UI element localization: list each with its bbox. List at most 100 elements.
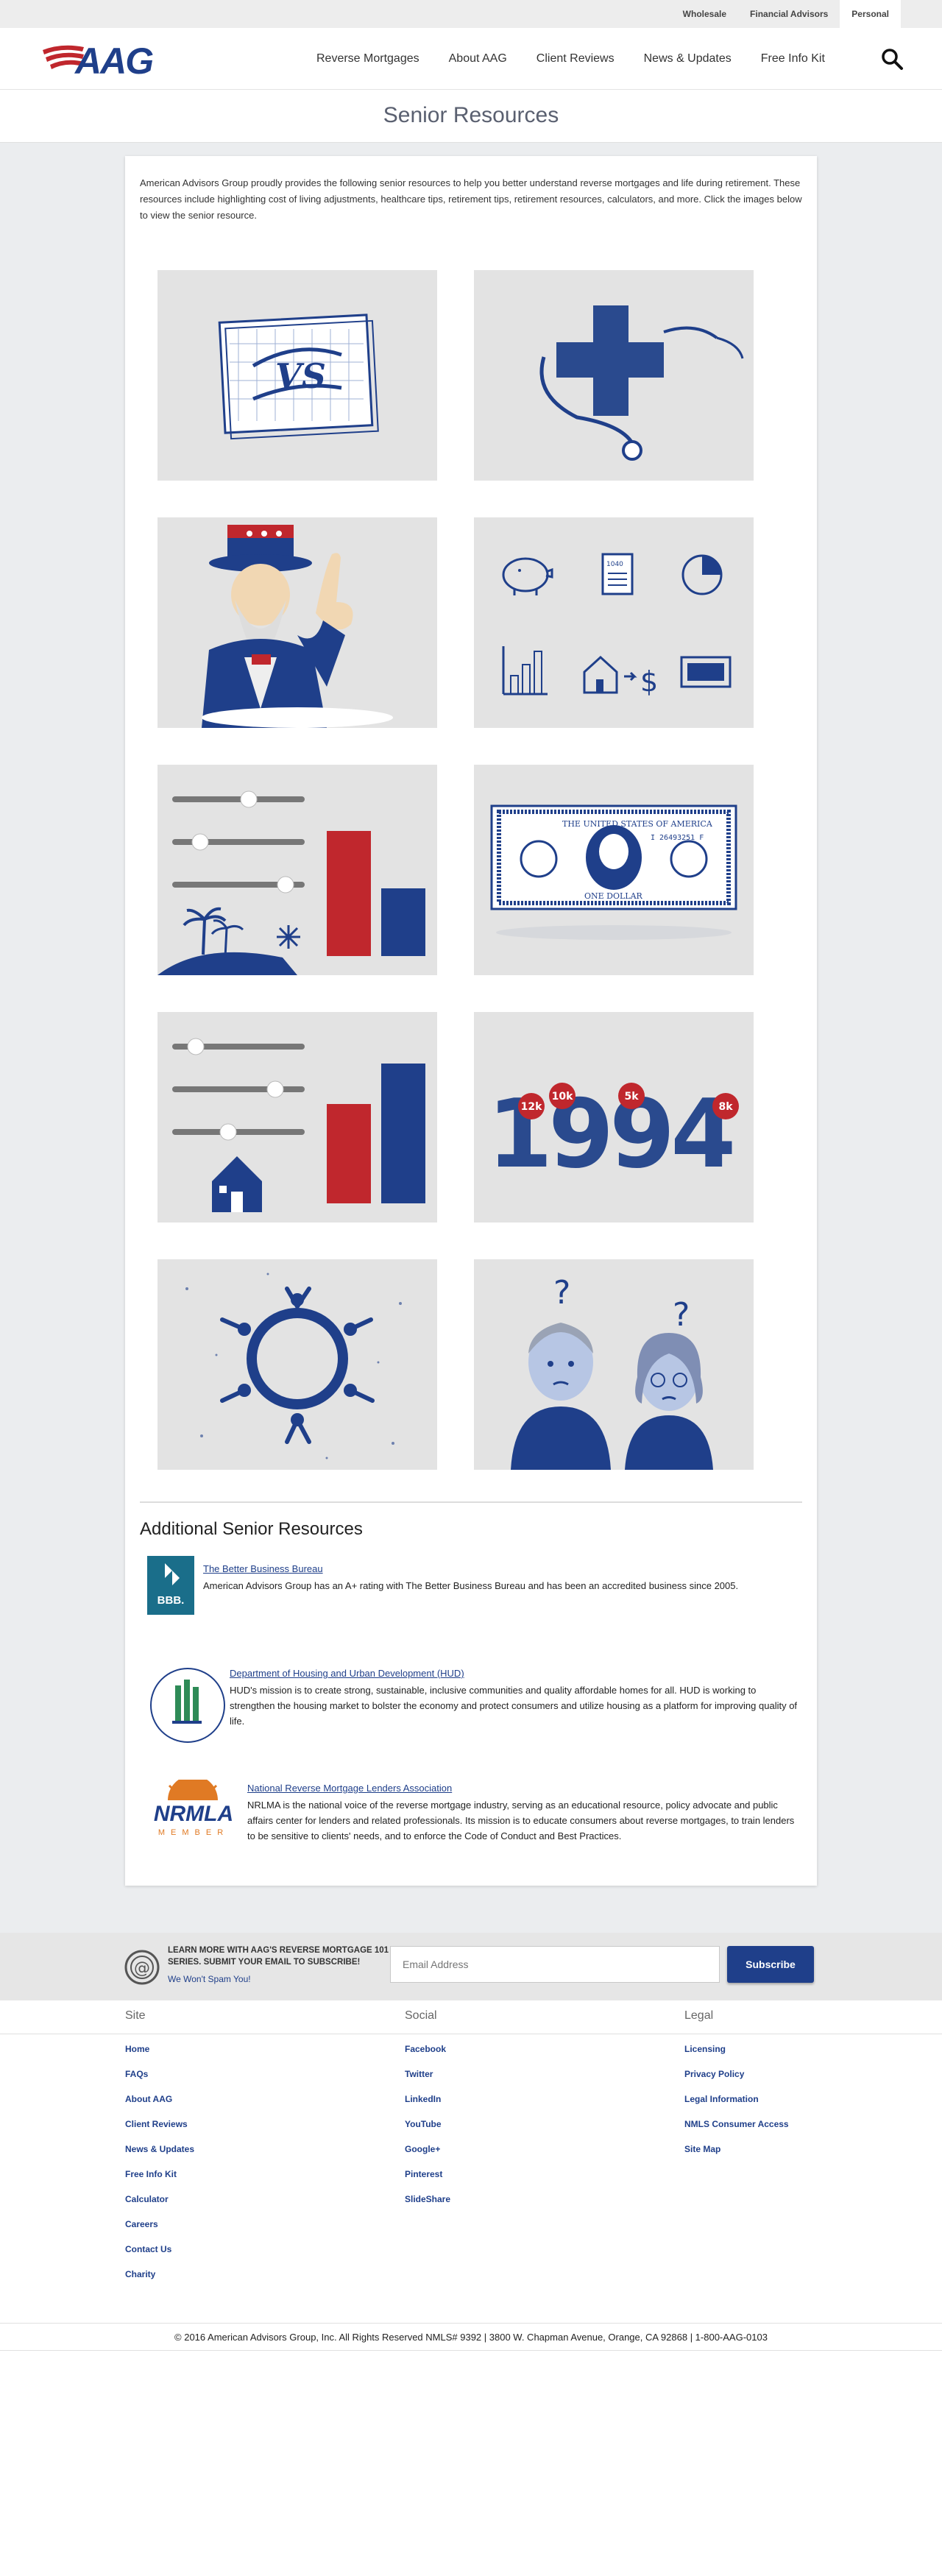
nav-client-reviews[interactable]: Client Reviews — [536, 52, 615, 66]
retirement-resources-icons-tile[interactable]: 1040 $ — [474, 517, 754, 728]
footer-link-faqs[interactable]: FAQs — [125, 2068, 194, 2093]
footer-link-sitemap[interactable]: Site Map — [684, 2143, 789, 2168]
footer-link-contact[interactable]: Contact Us — [125, 2243, 194, 2268]
versus-chart-icon: VS — [218, 314, 379, 440]
subscribe-button[interactable]: Subscribe — [727, 1946, 814, 1983]
nav-reverse-mortgages[interactable]: Reverse Mortgages — [316, 52, 419, 66]
svg-text:10k: 10k — [552, 1091, 573, 1103]
dollar-bill-icon: THE UNITED STATES OF AMERICA I 26493251 … — [490, 804, 737, 940]
email-at-icon: @ — [124, 1950, 160, 1985]
page-title: Senior Resources — [383, 103, 559, 127]
footer-link-info-kit[interactable]: Free Info Kit — [125, 2168, 194, 2193]
skydivers-icon — [185, 1273, 402, 1459]
reverse-mortgage-calculator-tile[interactable] — [157, 1012, 437, 1222]
svg-text:?: ? — [553, 1274, 570, 1312]
footer-legal-heading: Legal — [684, 2009, 714, 2022]
main-nav: Reverse Mortgages About AAG Client Revie… — [316, 28, 854, 90]
snowflake-icon — [277, 925, 300, 949]
bbb-logo: BBB. — [147, 1556, 194, 1615]
footer-link-news[interactable]: News & Updates — [125, 2143, 194, 2168]
price-bubble-8k: 8k — [712, 1093, 739, 1119]
title-band: Senior Resources — [0, 90, 942, 143]
footer-site-heading: Site — [125, 2009, 146, 2022]
healthcare-tips-tile[interactable] — [474, 270, 754, 481]
footer-link-nmls[interactable]: NMLS Consumer Access — [684, 2118, 789, 2143]
confused-couple-icon: ? ? — [511, 1274, 713, 1470]
medical-cross-stethoscope-icon — [539, 305, 744, 461]
bbb-logo-text: BBB. — [157, 1594, 185, 1607]
footer-link-licensing[interactable]: Licensing — [684, 2043, 789, 2068]
bbb-description: American Advisors Group has an A+ rating… — [203, 1580, 739, 1591]
footer-link-careers[interactable]: Careers — [125, 2218, 194, 2243]
footer-link-reviews[interactable]: Client Reviews — [125, 2118, 194, 2143]
newsletter-bar: @ LEARN MORE WITH AAG'S REVERSE MORTGAGE… — [0, 1933, 942, 2000]
nrmla-description: NRLMA is the national voice of the rever… — [247, 1800, 795, 1841]
footer-link-facebook[interactable]: Facebook — [405, 2043, 450, 2068]
footer-link-twitter[interactable]: Twitter — [405, 2068, 450, 2093]
nav-free-info-kit[interactable]: Free Info Kit — [761, 52, 825, 66]
price-bubble-12k: 12k — [518, 1093, 545, 1119]
retirement-tips-uncle-sam-tile[interactable] — [157, 517, 437, 728]
nav-news-updates[interactable]: News & Updates — [644, 52, 732, 66]
banknote-icon — [680, 656, 732, 688]
svg-text:5k: 5k — [624, 1091, 639, 1103]
skydivers-circle-tile[interactable] — [157, 1259, 437, 1470]
section-divider — [140, 1501, 802, 1503]
footer-social-heading: Social — [405, 2009, 437, 2022]
nrmla-resource: NRMLA MEMBER National Reverse Mortgage L… — [147, 1775, 802, 1861]
bar-chart-icon — [502, 646, 548, 696]
bbb-link[interactable]: The Better Business Bureau — [203, 1563, 323, 1574]
footer-link-youtube[interactable]: YouTube — [405, 2118, 450, 2143]
hud-seal — [147, 1665, 228, 1746]
dollar-serial: I 26493251 F — [651, 834, 704, 842]
confused-seniors-tile[interactable]: ? ? — [474, 1259, 754, 1470]
email-input[interactable] — [390, 1946, 720, 1983]
pie-chart-icon — [681, 554, 723, 595]
footer-link-privacy[interactable]: Privacy Policy — [684, 2068, 789, 2093]
dollar-bottom-text: ONE DOLLAR — [584, 891, 643, 901]
footer-link-about[interactable]: About AAG — [125, 2093, 194, 2118]
nav-about-aag[interactable]: About AAG — [449, 52, 507, 66]
aag-logo[interactable]: AAG — [41, 38, 166, 82]
footer-link-calculator[interactable]: Calculator — [125, 2193, 194, 2218]
svg-text:?: ? — [673, 1296, 690, 1334]
additional-resources-title: Additional Senior Resources — [140, 1519, 363, 1539]
slider-chart-icon — [157, 790, 425, 975]
vs-label: VS — [275, 356, 326, 396]
retirement-calculator-sliders-tile[interactable] — [157, 765, 437, 975]
svg-text:8k: 8k — [718, 1101, 733, 1113]
nrmla-member-text: MEMBER — [157, 1828, 230, 1837]
footer-link-charity[interactable]: Charity — [125, 2268, 194, 2293]
footer-link-legal-info[interactable]: Legal Information — [684, 2093, 789, 2118]
wholesale-link[interactable]: Wholesale — [671, 0, 738, 28]
svg-text:$: $ — [640, 665, 658, 698]
finance-icons-grid: 1040 $ — [502, 553, 732, 698]
house-to-dollar-icon: $ — [583, 655, 658, 698]
home-slider-chart-icon — [172, 1038, 425, 1212]
logo-text: AAG — [75, 40, 154, 82]
hud-description: HUD's mission is to create strong, susta… — [230, 1685, 798, 1727]
tax-form-icon: 1040 — [601, 553, 634, 595]
dollar-bill-tile[interactable]: THE UNITED STATES OF AMERICA I 26493251 … — [474, 765, 754, 975]
personal-link[interactable]: Personal — [840, 0, 901, 28]
hud-link[interactable]: Department of Housing and Urban Developm… — [230, 1668, 464, 1679]
search-icon[interactable] — [880, 47, 904, 71]
footer-link-pinterest[interactable]: Pinterest — [405, 2168, 450, 2193]
footer-link-slideshare[interactable]: SlideShare — [405, 2193, 450, 2218]
footer-legal-links: Licensing Privacy Policy Legal Informati… — [684, 2043, 789, 2168]
intro-text: American Advisors Group proudly provides… — [140, 177, 802, 221]
footer-link-linkedin[interactable]: LinkedIn — [405, 2093, 450, 2118]
svg-text:@: @ — [134, 1959, 150, 1978]
footer-link-home[interactable]: Home — [125, 2043, 194, 2068]
svg-text:12k: 12k — [521, 1101, 542, 1113]
cost-of-living-comparison-tile[interactable]: VS — [157, 270, 437, 481]
hud-resource: Department of Housing and Urban Developm… — [147, 1665, 802, 1761]
hud-seal-icon — [150, 1668, 225, 1743]
uncle-sam-icon — [202, 525, 393, 728]
nrmla-link[interactable]: National Reverse Mortgage Lenders Associ… — [247, 1783, 452, 1794]
dollar-top-text: THE UNITED STATES OF AMERICA — [562, 819, 713, 829]
cost-of-living-1994-tile[interactable]: 1994 12k 10k 5k 8k — [474, 1012, 754, 1222]
financial-advisors-link[interactable]: Financial Advisors — [738, 0, 840, 28]
utility-bar: Wholesale Financial Advisors Personal — [0, 0, 942, 28]
footer-link-googleplus[interactable]: Google+ — [405, 2143, 450, 2168]
